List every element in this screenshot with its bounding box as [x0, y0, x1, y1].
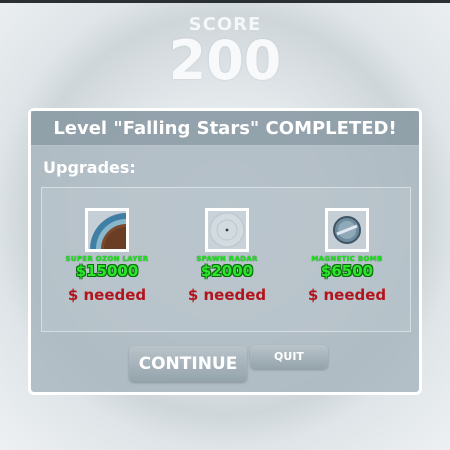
score-value: 200 — [168, 29, 282, 92]
top-border — [0, 0, 450, 3]
dialog-title: Level "Falling Stars" COMPLETED! — [31, 111, 419, 146]
upgrade-price: $2000 — [200, 262, 254, 280]
upgrades-heading: Upgrades: — [43, 158, 136, 177]
level-complete-dialog: Level "Falling Stars" COMPLETED! Upgrade… — [28, 108, 422, 395]
upgrade-status: $ needed — [67, 286, 147, 304]
upgrade-status: $ needed — [307, 286, 387, 304]
upgrades-panel: SUPER OZON LAYER $15000 $ needed SPAWN R… — [41, 187, 411, 332]
radar-icon[interactable] — [205, 208, 249, 252]
magnetic-bomb-icon[interactable] — [325, 208, 369, 252]
upgrade-status: $ needed — [187, 286, 267, 304]
upgrade-item-magnetic-bomb[interactable]: MAGNETIC BOMB $6500 $ needed — [287, 208, 407, 304]
upgrade-item-super-ozon-layer[interactable]: SUPER OZON LAYER $15000 $ needed — [47, 208, 167, 304]
upgrade-price: $15000 — [75, 262, 139, 280]
quit-button[interactable]: QUIT — [250, 345, 328, 369]
upgrade-price: $6500 — [320, 262, 374, 280]
ozone-layer-icon[interactable] — [85, 208, 129, 252]
upgrade-item-spawn-radar[interactable]: SPAWN RADAR $2000 $ needed — [167, 208, 287, 304]
continue-button[interactable]: CONTINUE — [129, 346, 247, 382]
